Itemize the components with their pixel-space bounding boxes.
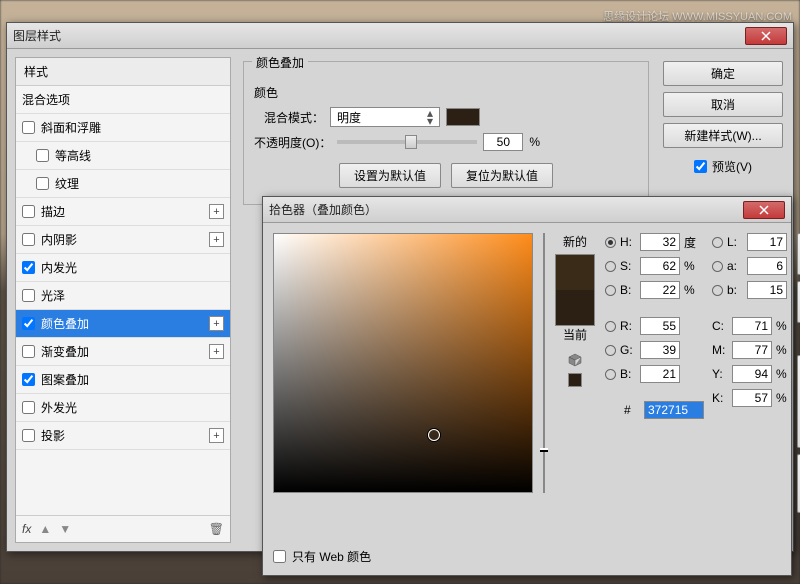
compare-column: 新的 当前 [555,233,595,565]
color-sublabel: 颜色 [254,84,638,101]
style-checkbox[interactable] [22,233,35,246]
radio-b[interactable] [605,285,616,296]
plus-icon[interactable]: + [209,232,224,247]
style-item-5[interactable]: 内发光 [16,254,230,282]
opacity-slider[interactable] [337,140,477,144]
new-label: 新的 [563,233,587,250]
styles-header[interactable]: 样式 [16,58,230,86]
reset-default-button[interactable]: 复位为默认值 [451,163,553,188]
color-overlay-group: 颜色叠加 颜色 混合模式： 明度 ▴▾ 不透明度(O)： % [243,61,649,205]
opacity-unit: % [529,135,540,149]
preview-checkbox[interactable] [694,160,707,173]
set-default-button[interactable]: 设置为默认值 [339,163,441,188]
style-item-3[interactable]: 描边+ [16,198,230,226]
style-checkbox[interactable] [22,429,35,442]
s-input[interactable] [640,257,680,275]
arrow-up-icon[interactable]: ▲ [39,522,51,536]
opacity-label: 不透明度(O)： [254,134,331,151]
style-checkbox[interactable] [22,261,35,274]
b-input[interactable] [640,281,680,299]
style-item-10[interactable]: 外发光 [16,394,230,422]
style-item-6[interactable]: 光泽 [16,282,230,310]
web-only-label: 只有 Web 颜色 [292,548,371,565]
style-item-8[interactable]: 渐变叠加+ [16,338,230,366]
style-item-4[interactable]: 内阴影+ [16,226,230,254]
style-checkbox[interactable] [22,317,35,330]
style-item-11[interactable]: 投影+ [16,422,230,450]
opacity-input[interactable] [483,133,523,151]
arrow-down-icon[interactable]: ▼ [59,522,71,536]
hex-input[interactable] [644,401,704,419]
web-only-checkbox[interactable] [273,550,286,563]
style-item-0[interactable]: 斜面和浮雕 [16,114,230,142]
blend-options-item[interactable]: 混合选项 [16,86,230,114]
plus-icon[interactable]: + [209,316,224,331]
y-input[interactable] [732,365,772,383]
color-picker-dialog: 拾色器（叠加颜色） 只有 Web 颜色 新的 当前 [262,196,792,576]
c-input[interactable] [732,317,772,335]
color-cursor-icon [428,429,440,441]
color-swatch[interactable] [446,108,480,126]
style-checkbox[interactable] [36,177,49,190]
style-list-footer: fx ▲ ▼ 🗑 [16,515,230,542]
dialog-title: 图层样式 [13,27,61,44]
style-checkbox[interactable] [22,289,35,302]
radio-l[interactable] [712,237,723,248]
plus-icon[interactable]: + [209,428,224,443]
close-icon[interactable] [743,201,785,219]
compare-swatch[interactable] [555,254,595,326]
close-icon[interactable] [745,27,787,45]
style-checkbox[interactable] [36,149,49,162]
group-legend: 颜色叠加 [252,54,308,71]
plus-icon[interactable]: + [209,204,224,219]
cube-icon[interactable] [568,353,582,367]
radio-b2[interactable] [712,285,723,296]
style-item-2[interactable]: 纹理 [16,170,230,198]
radio-s[interactable] [605,261,616,272]
style-item-7[interactable]: 颜色叠加+ [16,310,230,338]
style-checkbox[interactable] [22,345,35,358]
g-input[interactable] [640,341,680,359]
style-checkbox[interactable] [22,373,35,386]
radio-g[interactable] [605,345,616,356]
h-input[interactable] [640,233,680,251]
plus-icon[interactable]: + [209,344,224,359]
style-checkbox[interactable] [22,121,35,134]
cancel-button[interactable]: 取消 [663,92,783,117]
radio-h[interactable] [605,237,616,248]
color-field[interactable] [273,233,533,493]
style-checkbox[interactable] [22,205,35,218]
values-area: H:度 S:% B:% R: G: B: # L: a: b: C:% M:% … [605,233,787,565]
small-swatch[interactable] [568,373,582,387]
style-list: 样式 混合选项 斜面和浮雕等高线纹理描边+内阴影+内发光光泽颜色叠加+渐变叠加+… [15,57,231,543]
style-item-1[interactable]: 等高线 [16,142,230,170]
style-item-9[interactable]: 图案叠加 [16,366,230,394]
titlebar[interactable]: 图层样式 [7,23,793,49]
style-checkbox[interactable] [22,401,35,414]
l-input[interactable] [747,233,787,251]
bb-input[interactable] [640,365,680,383]
radio-r[interactable] [605,321,616,332]
r-input[interactable] [640,317,680,335]
ok-button[interactable]: 确定 [663,61,783,86]
hue-slider[interactable] [543,233,545,493]
fx-icon[interactable]: fx [22,522,31,536]
radio-a[interactable] [712,261,723,272]
m-input[interactable] [732,341,772,359]
preview-label: 预览(V) [712,158,752,175]
blend-mode-label: 混合模式： [254,109,324,126]
k-input[interactable] [732,389,772,407]
new-style-button[interactable]: 新建样式(W)... [663,123,783,148]
picker-titlebar[interactable]: 拾色器（叠加颜色） [263,197,791,223]
hue-marker-icon [540,448,548,452]
trash-icon[interactable]: 🗑 [209,522,224,536]
b2-input[interactable] [747,281,787,299]
blend-mode-select[interactable]: 明度 ▴▾ [330,107,440,127]
current-label: 当前 [563,326,587,343]
a-input[interactable] [747,257,787,275]
picker-title: 拾色器（叠加颜色） [269,201,377,218]
radio-bb[interactable] [605,369,616,380]
